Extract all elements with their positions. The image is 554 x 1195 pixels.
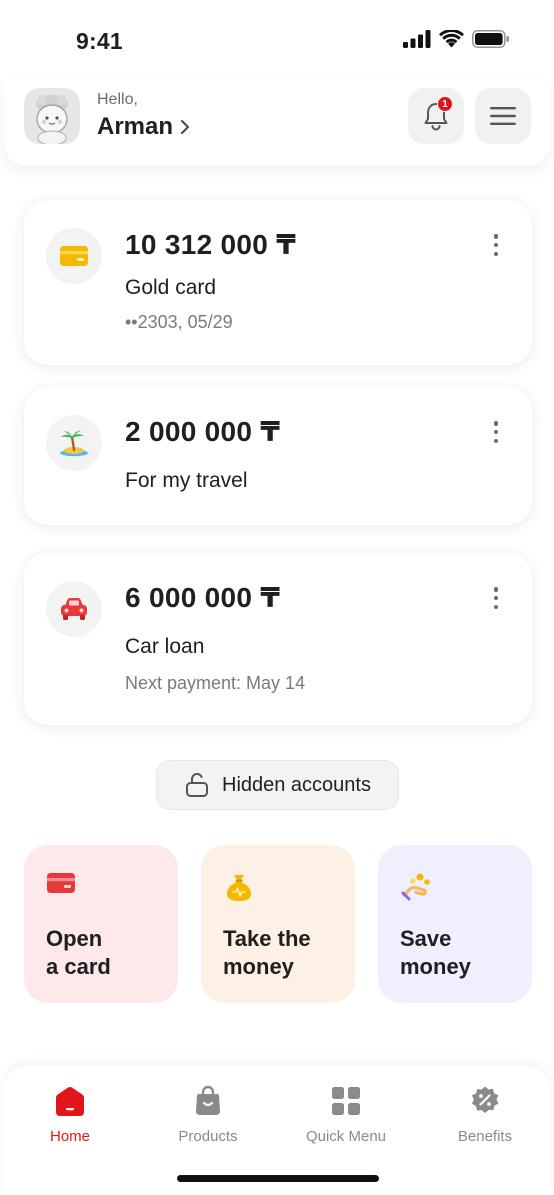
battery-icon (472, 30, 509, 48)
username: Arman (97, 113, 174, 140)
header: Hello, Arman 1 (4, 80, 550, 166)
tile-label: Take the money (223, 926, 311, 979)
hand-coins-icon (401, 873, 430, 901)
save-money-tile[interactable]: Save money (378, 845, 532, 1003)
money-bag-icon (227, 875, 251, 901)
nav-home[interactable]: Home (10, 1084, 130, 1145)
nav-products[interactable]: Products (148, 1084, 268, 1145)
account-icon-wrap (46, 415, 102, 471)
hidden-accounts-label: Hidden accounts (222, 773, 371, 796)
account-balance: 2 000 000 ₸ (125, 416, 281, 447)
home-icon (56, 1086, 84, 1116)
more-options-button[interactable] (486, 419, 506, 445)
profile-link[interactable]: Arman (97, 113, 191, 141)
nav-benefits[interactable]: Benefits (425, 1084, 545, 1145)
nav-quick-menu[interactable]: Quick Menu (286, 1084, 406, 1145)
hamburger-menu-icon (490, 107, 516, 125)
nav-label: Home (49, 1128, 90, 1145)
status-icons (403, 30, 510, 48)
open-card-tile[interactable]: Open a card (24, 845, 178, 1003)
more-options-button[interactable] (486, 232, 506, 258)
status-bar: 9:41 (0, 0, 554, 80)
account-name: Car loan (125, 635, 205, 658)
nav-label: Quick Menu (305, 1128, 387, 1145)
wifi-icon (439, 30, 464, 48)
card-icon (47, 873, 75, 893)
notification-badge: 1 (437, 96, 453, 112)
hidden-accounts-button[interactable]: Hidden accounts (156, 760, 399, 810)
home-indicator (177, 1175, 379, 1182)
unlock-icon (186, 773, 208, 797)
card-number-expiry: ••2303, 05/29 (125, 312, 233, 332)
tile-label: Save money (400, 926, 471, 979)
account-balance: 10 312 000 ₸ (125, 229, 296, 260)
next-payment-text: Next payment: May 14 (125, 673, 306, 693)
cellular-signal-icon (403, 30, 431, 48)
discount-badge-icon (472, 1086, 499, 1113)
chevron-right-icon (181, 120, 190, 134)
account-icon-wrap (46, 581, 102, 637)
nav-label: Benefits (457, 1128, 513, 1145)
greeting-text: Hello, (97, 91, 138, 108)
tile-label: Open a card (46, 926, 111, 979)
more-options-button[interactable] (486, 585, 506, 611)
grid-icon (332, 1087, 360, 1115)
account-name: Gold card (125, 276, 217, 299)
palm-island-icon (60, 430, 88, 457)
account-card-car-loan[interactable]: 6 000 000 ₸ Car loan Next payment: May 1… (24, 553, 532, 725)
account-name: For my travel (125, 469, 248, 492)
account-card-gold[interactable]: 10 312 000 ₸ Gold card ••2303, 05/29 (24, 200, 532, 365)
account-icon-wrap (46, 228, 102, 284)
notifications-button[interactable]: 1 (408, 88, 464, 144)
shopping-bag-icon (196, 1085, 220, 1115)
nav-label: Products (178, 1128, 238, 1145)
account-card-travel[interactable]: 2 000 000 ₸ For my travel (24, 387, 532, 525)
car-icon (61, 598, 87, 620)
menu-button[interactable] (475, 88, 531, 144)
status-time: 9:41 (76, 28, 123, 54)
avatar[interactable] (24, 88, 80, 144)
avatar-character-icon (24, 88, 80, 144)
account-balance: 6 000 000 ₸ (125, 582, 281, 613)
take-money-tile[interactable]: Take the money (201, 845, 355, 1003)
card-icon (60, 246, 88, 266)
